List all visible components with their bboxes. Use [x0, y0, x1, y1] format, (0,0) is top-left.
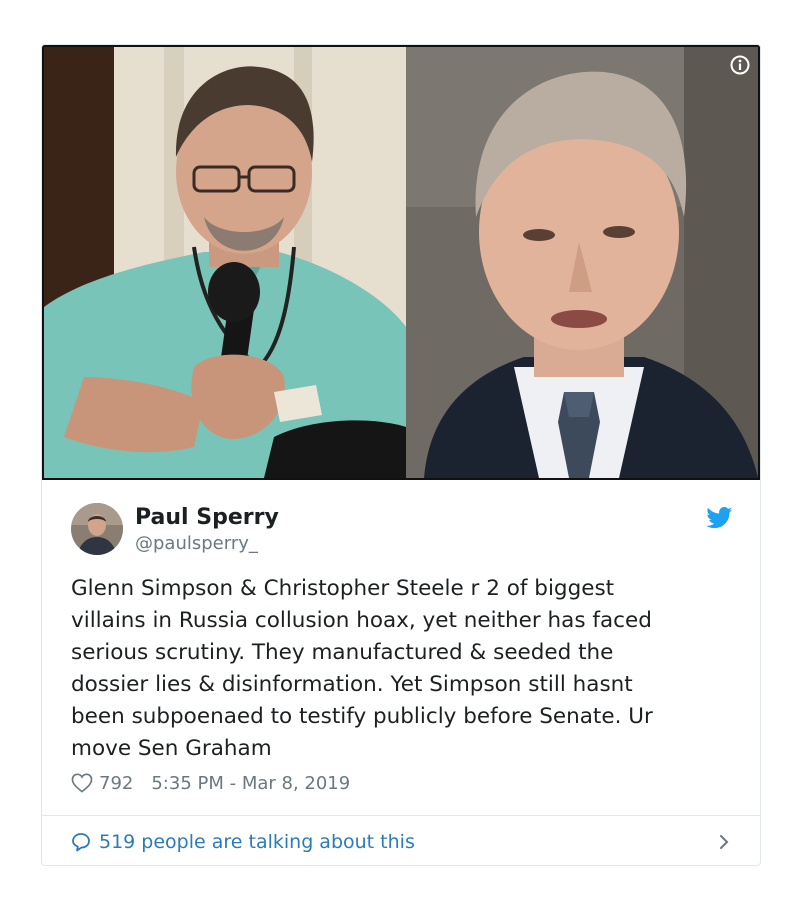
embedded-tweet-card: Paul Sperry @paulsperry_ Glenn Simpson &… [41, 44, 761, 866]
tweet-meta: 792 5:35 PM - Mar 8, 2019 [71, 771, 350, 795]
divider [42, 815, 760, 816]
two-portraits-photo [44, 47, 758, 478]
reply-bubble-icon [72, 833, 90, 852]
tweet-timestamp[interactable]: 5:35 PM - Mar 8, 2019 [151, 773, 350, 794]
like-count[interactable]: 792 [99, 773, 133, 794]
tweet-photo[interactable] [42, 45, 760, 480]
author-name[interactable]: Paul Sperry [135, 505, 279, 530]
conversation-link[interactable]: 519 people are talking about this [71, 828, 731, 856]
tweet-author[interactable]: Paul Sperry @paulsperry_ [71, 503, 733, 559]
avatar[interactable] [71, 503, 123, 555]
heart-icon[interactable] [71, 773, 93, 793]
chevron-right-icon[interactable] [717, 832, 731, 852]
info-icon[interactable] [730, 55, 750, 75]
tweet-text: Glenn Simpson & Christopher Steele r 2 o… [71, 576, 653, 761]
conversation-label[interactable]: 519 people are talking about this [99, 831, 415, 853]
twitter-bird-icon[interactable] [706, 507, 733, 529]
author-handle[interactable]: @paulsperry_ [135, 533, 258, 554]
